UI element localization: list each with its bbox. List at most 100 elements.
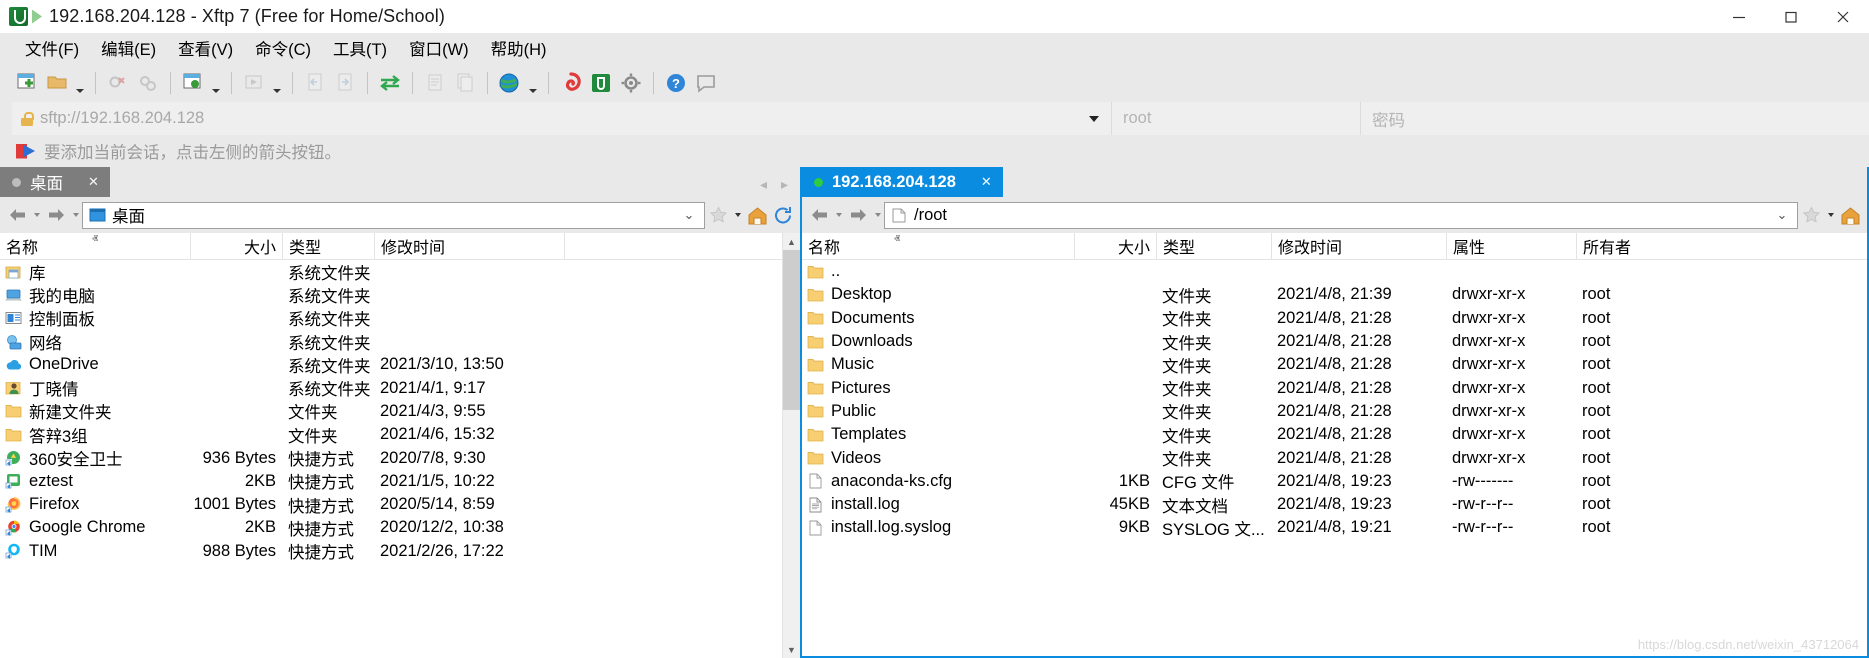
remote-tab-close-icon[interactable]: ✕: [981, 174, 992, 190]
menu-file[interactable]: 文件(F): [14, 33, 90, 63]
table-row[interactable]: ..: [802, 260, 1867, 283]
table-row[interactable]: Templates 文件夹 2021/4/8, 21:28 drwxr-xr-x roo…: [802, 423, 1867, 446]
row-name-cell[interactable]: Firefox: [0, 493, 190, 516]
minimize-button[interactable]: [1713, 0, 1765, 33]
remote-col-attr[interactable]: 属性: [1446, 233, 1576, 259]
table-row[interactable]: Videos 文件夹 2021/4/8, 21:28 drwxr-xr-x root: [802, 446, 1867, 469]
url-input[interactable]: sftp://192.168.204.128: [12, 102, 1111, 135]
close-button[interactable]: [1817, 0, 1869, 33]
menu-edit[interactable]: 编辑(E): [90, 33, 167, 63]
table-row[interactable]: OneDrive 系统文件夹 2021/3/10, 13:50: [0, 353, 782, 376]
row-name-cell[interactable]: Public: [802, 400, 1074, 423]
help-icon[interactable]: ?: [661, 68, 691, 98]
table-row[interactable]: 库 系统文件夹: [0, 260, 782, 283]
remote-path-chevron-down-icon[interactable]: ⌄: [1771, 207, 1793, 223]
remote-col-size[interactable]: 大小: [1074, 233, 1156, 259]
table-row[interactable]: 我的电脑 系统文件夹: [0, 283, 782, 306]
row-name-cell[interactable]: Pictures: [802, 376, 1074, 399]
row-name-cell[interactable]: Google Chrome: [0, 516, 190, 539]
table-row[interactable]: anaconda-ks.cfg 1KB CFG 文件 2021/4/8, 19:23 -…: [802, 470, 1867, 493]
remote-col-owner[interactable]: 所有者: [1576, 233, 1867, 259]
local-tab-close-icon[interactable]: ✕: [88, 174, 99, 190]
table-row[interactable]: 丁晓倩 系统文件夹 2021/4/1, 9:17: [0, 376, 782, 399]
session-properties-chevron-down-icon[interactable]: [208, 63, 224, 102]
local-col-type[interactable]: 类型: [282, 233, 374, 259]
local-col-time[interactable]: 修改时间: [374, 233, 564, 259]
remote-home-icon[interactable]: [1837, 201, 1863, 229]
local-bookmark-chevron-down-icon[interactable]: [731, 201, 744, 229]
menu-window[interactable]: 窗口(W): [398, 33, 480, 63]
local-file-list[interactable]: 库系统文件夹 我的电脑 系统文件夹 控制面板 系统文件夹 网络 系统文件夹 OneDrive 系…: [0, 260, 782, 658]
remote-forward-button[interactable]: [845, 201, 871, 229]
remote-bookmark-chevron-down-icon[interactable]: [1824, 201, 1837, 229]
local-scroll-up-icon[interactable]: ▲: [783, 233, 800, 250]
settings-gear-icon[interactable]: [616, 68, 646, 98]
row-name-cell[interactable]: ..: [802, 260, 1074, 283]
local-scroll-down-icon[interactable]: ▼: [783, 641, 800, 658]
row-name-cell[interactable]: anaconda-ks.cfg: [802, 470, 1074, 493]
menu-help[interactable]: 帮助(H): [480, 33, 558, 63]
remote-back-chevron-down-icon[interactable]: [832, 201, 845, 229]
row-name-cell[interactable]: eztest: [0, 470, 190, 493]
tab-scroll-left-icon[interactable]: ◂: [760, 176, 767, 193]
row-name-cell[interactable]: 丁晓倩: [0, 376, 190, 399]
row-name-cell[interactable]: install.log: [802, 493, 1074, 516]
local-col-extra[interactable]: [564, 233, 782, 259]
table-row[interactable]: Desktop 文件夹 2021/4/8, 21:39 drwxr-xr-x root: [802, 283, 1867, 306]
url-chevron-down-icon[interactable]: [1077, 115, 1111, 122]
new-session-icon[interactable]: [12, 68, 42, 98]
open-folder-chevron-down-icon[interactable]: [72, 63, 88, 102]
table-row[interactable]: 控制面板 系统文件夹: [0, 307, 782, 330]
xshell-icon[interactable]: [556, 68, 586, 98]
row-name-cell[interactable]: install.log.syslog: [802, 516, 1074, 539]
local-tab-desktop[interactable]: 桌面 ✕: [0, 167, 110, 197]
remote-forward-chevron-down-icon[interactable]: [871, 201, 884, 229]
remote-bookmark-star-icon[interactable]: [1798, 201, 1824, 229]
local-forward-chevron-down-icon[interactable]: [69, 201, 82, 229]
local-home-icon[interactable]: [744, 201, 770, 229]
maximize-button[interactable]: [1765, 0, 1817, 33]
row-name-cell[interactable]: 网络: [0, 330, 190, 353]
xftp-toolbar-icon[interactable]: [586, 68, 616, 98]
menu-tools[interactable]: 工具(T): [322, 33, 398, 63]
feedback-icon[interactable]: [691, 68, 721, 98]
remote-col-name[interactable]: 名称 ⱏ: [802, 233, 1074, 259]
session-properties-icon[interactable]: [178, 68, 208, 98]
local-path-input[interactable]: 桌面 ⌄: [82, 201, 705, 229]
table-row[interactable]: 答辡3组 文件夹 2021/4/6, 15:32: [0, 423, 782, 446]
remote-col-time[interactable]: 修改时间: [1271, 233, 1446, 259]
row-name-cell[interactable]: TIM: [0, 540, 190, 563]
table-row[interactable]: eztest 2KB 快捷方式 2021/1/5, 10:22: [0, 470, 782, 493]
table-row[interactable]: 新建文件夹 文件夹 2021/4/3, 9:55: [0, 400, 782, 423]
open-folder-icon[interactable]: [42, 68, 72, 98]
tab-scroll-right-icon[interactable]: ▸: [781, 176, 788, 193]
row-name-cell[interactable]: Downloads: [802, 330, 1074, 353]
local-scroll-thumb[interactable]: [783, 250, 800, 410]
local-back-chevron-down-icon[interactable]: [30, 201, 43, 229]
local-col-name[interactable]: 名称 ⱏ: [0, 233, 190, 259]
remote-tab-192-168-204-128[interactable]: 192.168.204.128 ✕: [802, 167, 1003, 197]
username-input[interactable]: root: [1111, 102, 1360, 135]
local-refresh-icon[interactable]: [770, 201, 796, 229]
remote-file-list[interactable]: .. Desktop 文件夹 2021/4/8, 21:39 drwxr-xr-x roo…: [802, 260, 1867, 656]
table-row[interactable]: install.log.syslog 9KB SYSLOG 文... 2021/4/8…: [802, 516, 1867, 539]
row-name-cell[interactable]: Documents: [802, 307, 1074, 330]
row-name-cell[interactable]: Templates: [802, 423, 1074, 446]
browser-icon[interactable]: [495, 68, 525, 98]
table-row[interactable]: install.log 45KB 文本文档 2021/4/8, 19:23 -rw-r-…: [802, 493, 1867, 516]
local-forward-button[interactable]: [43, 201, 69, 229]
row-name-cell[interactable]: 答辡3组: [0, 423, 190, 446]
row-name-cell[interactable]: 库: [0, 260, 190, 283]
row-name-cell[interactable]: Music: [802, 353, 1074, 376]
local-bookmark-star-icon[interactable]: [705, 201, 731, 229]
menu-command[interactable]: 命令(C): [244, 33, 322, 63]
password-input[interactable]: 密码: [1360, 102, 1869, 135]
table-row[interactable]: Music 文件夹 2021/4/8, 21:28 drwxr-xr-x root: [802, 353, 1867, 376]
table-row[interactable]: Downloads 文件夹 2021/4/8, 21:28 drwxr-xr-x roo…: [802, 330, 1867, 353]
local-back-button[interactable]: [4, 201, 30, 229]
local-path-chevron-down-icon[interactable]: ⌄: [678, 207, 700, 223]
row-name-cell[interactable]: Desktop: [802, 283, 1074, 306]
remote-col-type[interactable]: 类型: [1156, 233, 1271, 259]
local-col-size[interactable]: 大小: [190, 233, 282, 259]
table-row[interactable]: Google Chrome 2KB 快捷方式 2020/12/2, 10:38: [0, 516, 782, 539]
